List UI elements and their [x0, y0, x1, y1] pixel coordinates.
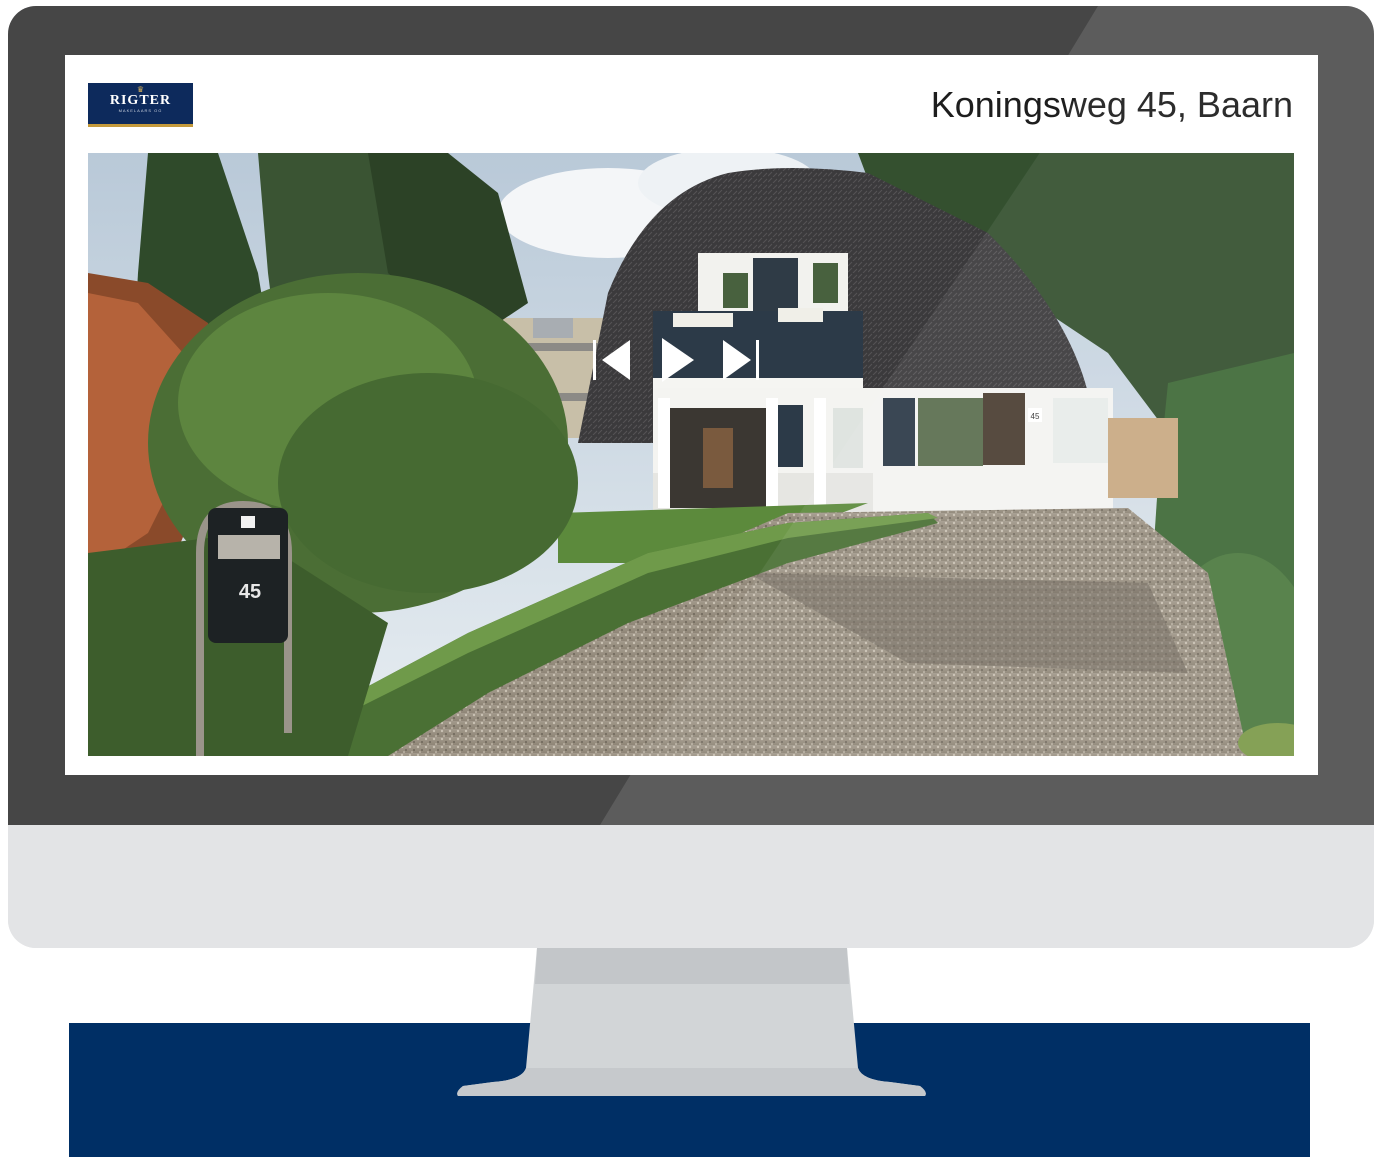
screen: ♛ RIGTER MAKELAARS OG Koningsweg 45, Baa… [65, 55, 1318, 775]
play-button[interactable] [658, 335, 698, 385]
monitor-mockup: ♛ RIGTER MAKELAARS OG Koningsweg 45, Baa… [0, 0, 1384, 1157]
house-illustration: 45 45 [88, 153, 1294, 756]
play-icon [662, 338, 694, 382]
logo-brand-text: RIGTER [109, 93, 172, 108]
previous-button[interactable] [592, 335, 636, 385]
mailbox-number: 45 [239, 581, 261, 603]
house-number-plate: 45 [1031, 412, 1040, 421]
page-title: Koningsweg 45, Baarn [930, 84, 1293, 125]
slideshow-controls [592, 335, 762, 385]
skip-previous-icon [593, 340, 630, 380]
monitor-chin [8, 825, 1374, 948]
skip-next-icon [723, 340, 759, 380]
monitor: ♛ RIGTER MAKELAARS OG Koningsweg 45, Baa… [8, 6, 1374, 948]
property-photo: 45 45 [88, 153, 1294, 756]
logo-subtitle: MAKELAARS OG [118, 108, 163, 113]
next-button[interactable] [717, 335, 761, 385]
rigter-logo[interactable]: ♛ RIGTER MAKELAARS OG [88, 83, 193, 127]
